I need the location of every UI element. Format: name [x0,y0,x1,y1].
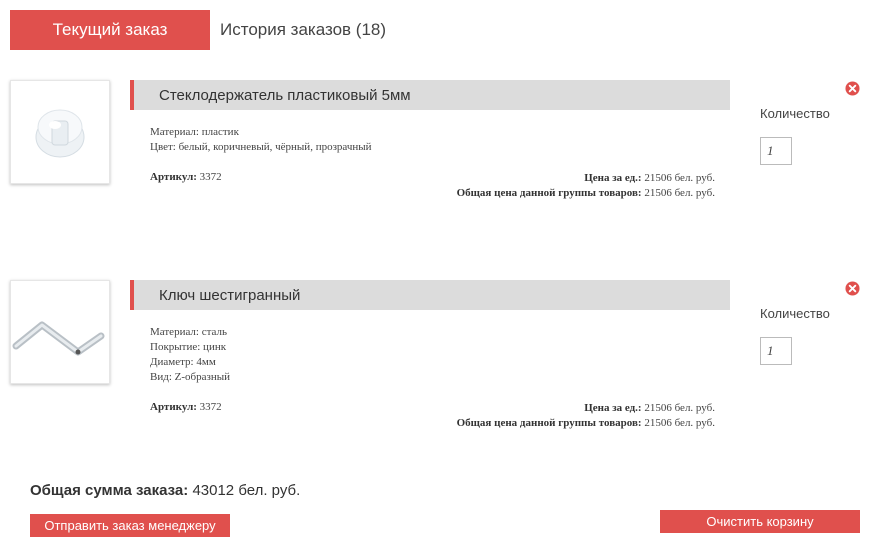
group-price-value: 21506 бел. руб. [644,417,715,429]
send-order-button[interactable]: Отправить заказ менеджеру [30,514,230,537]
unit-price-value: 21506 бел. руб. [644,172,715,184]
group-price-label: Общая цена данной группы товаров: [456,417,642,429]
group-price-value: 21506 бел. руб. [644,187,715,199]
quantity-label: Количество [760,106,830,121]
article-value: 3372 [199,401,222,413]
tab-order-history-label: История заказов (18) [220,20,387,39]
order-total-value: 43012 бел. руб. [192,482,301,499]
product-specs: Материал: пластик Цвет: белый, коричневы… [150,125,372,155]
clear-cart-label: Очистить корзину [706,514,814,529]
product-title[interactable]: Стеклодержатель пластиковый 5мм [130,80,730,110]
spec-line: Покрытие: цинк [150,341,227,353]
price-block: Цена за ед.: 21506 бел. руб. Общая цена … [457,171,715,201]
product-title-text: Стеклодержатель пластиковый 5мм [159,86,411,104]
unit-price-line: Цена за ед.: 21506 бел. руб. [457,171,715,186]
spec-line: Вид: Z-образный [150,371,230,383]
article-label: Артикул: [150,171,197,183]
quantity-input[interactable]: 1 [760,337,792,365]
order-total: Общая сумма заказа: 43012 бел. руб. [30,482,300,499]
plastic-glass-holder-icon [35,109,85,158]
product-image[interactable] [10,280,110,384]
tab-current-order-label: Текущий заказ [52,20,168,39]
quantity-input[interactable]: 1 [760,137,792,165]
spec-line: Диаметр: 4мм [150,356,216,368]
cart-item: Ключ шестигранный Материал: сталь Покрыт… [0,280,870,450]
quantity-label: Количество [760,306,830,321]
product-title-text: Ключ шестигранный [159,286,301,304]
tab-current-order[interactable]: Текущий заказ [10,10,210,50]
unit-price-value: 21506 бел. руб. [644,402,715,414]
product-article: Артикул: 3372 [150,171,222,183]
unit-price-label: Цена за ед.: [584,172,642,184]
article-label: Артикул: [150,401,197,413]
unit-price-label: Цена за ед.: [584,402,642,414]
remove-item-icon[interactable] [845,81,860,96]
unit-price-line: Цена за ед.: 21506 бел. руб. [457,401,715,416]
send-order-label: Отправить заказ менеджеру [44,518,216,533]
group-price-line: Общая цена данной группы товаров: 21506 … [457,416,715,431]
cart-item: Стеклодержатель пластиковый 5мм Материал… [0,80,870,250]
spec-line: Материал: пластик [150,126,239,138]
group-price-line: Общая цена данной группы товаров: 21506 … [457,186,715,201]
price-block: Цена за ед.: 21506 бел. руб. Общая цена … [457,401,715,431]
quantity-value: 1 [767,143,774,158]
product-specs: Материал: сталь Покрытие: цинк Диаметр: … [150,325,230,385]
product-image[interactable] [10,80,110,184]
tab-order-history[interactable]: История заказов (18) [220,10,386,50]
remove-item-icon[interactable] [845,281,860,296]
order-total-label: Общая сумма заказа: [30,482,189,499]
article-value: 3372 [199,171,222,183]
group-price-label: Общая цена данной группы товаров: [456,187,642,199]
spec-line: Цвет: белый, коричневый, чёрный, прозрач… [150,141,372,153]
quantity-value: 1 [767,343,774,358]
product-article: Артикул: 3372 [150,401,222,413]
product-title[interactable]: Ключ шестигранный [130,280,730,310]
spec-line: Материал: сталь [150,326,228,338]
clear-cart-button[interactable]: Очистить корзину [660,510,860,533]
hex-key-icon [12,321,105,356]
